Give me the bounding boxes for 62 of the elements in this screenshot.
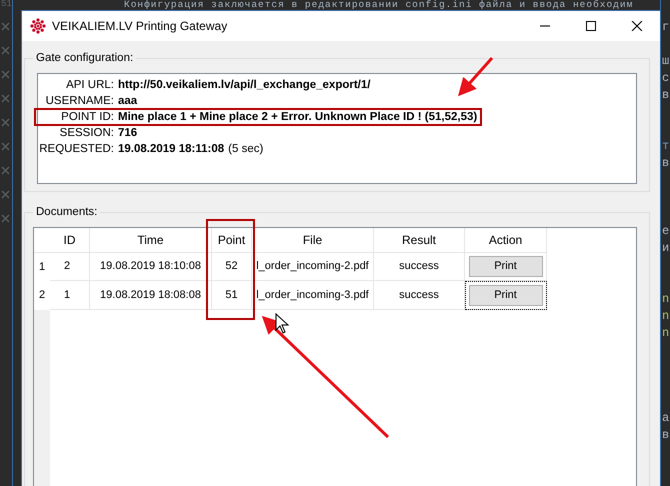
editor-text-fragment: n <box>662 292 670 306</box>
group-title: Gate configuration: <box>33 51 136 65</box>
row-number: 2 <box>34 281 50 310</box>
table-cell: 2 <box>50 253 90 281</box>
annotation-arrow <box>458 57 494 96</box>
table-cell: 52 <box>212 253 252 281</box>
close-icon <box>1 46 10 55</box>
field-label: REQUESTED: <box>38 144 115 154</box>
editor-text-line: Конфигурация заключается в редактировании config.ini файла и ввода необходим <box>124 0 634 9</box>
table-cell: 1 <box>50 281 90 310</box>
field-label: API URL: <box>65 80 115 90</box>
field-value: aaa <box>118 96 138 106</box>
editor-text-fragment: в <box>662 156 670 170</box>
close-icon <box>1 70 10 79</box>
editor-text-fragment: а <box>662 411 670 425</box>
field-label: POINT ID: <box>60 112 115 122</box>
line-number: 51 <box>1 0 12 8</box>
field-value: 19.08.2019 18:11:08 <box>118 144 224 154</box>
editor-text-fragment: и <box>662 241 670 255</box>
editor-text-fragment: в <box>662 88 670 102</box>
app-logo-icon <box>30 18 46 34</box>
field-value: 716 <box>118 128 138 138</box>
close-icon <box>631 21 643 31</box>
column-header: File <box>252 228 374 253</box>
close-icon <box>1 118 10 127</box>
editor-text-fragment: n <box>662 326 670 340</box>
field-value: Mine place 1 + Mine place 2 + Error. Unknown Place ID ! (51,52,53) <box>118 112 478 122</box>
column-header: Result <box>374 228 465 253</box>
editor-text-fragment: г <box>662 20 670 34</box>
print-button[interactable]: Print <box>468 284 542 306</box>
table-cell: l_order_incoming-2.pdf <box>252 253 374 281</box>
editor-text-fragment: е <box>662 224 670 238</box>
maximize-icon <box>585 21 597 31</box>
column-header: Time <box>90 228 212 253</box>
table-cell: 19.08.2019 18:08:08 <box>90 281 212 310</box>
column-header: Point <box>212 228 252 253</box>
column-header: ID <box>50 228 90 253</box>
editor-text-fragment: т <box>662 139 670 153</box>
table-cell: l_order_incoming-3.pdf <box>252 281 374 310</box>
editor-text-fragment: ш <box>662 54 670 68</box>
field-note: (5 sec) <box>228 144 264 154</box>
print-button[interactable]: Print <box>468 256 542 277</box>
column-header: Action <box>465 228 547 253</box>
close-icon <box>1 166 10 175</box>
close-icon <box>1 22 10 31</box>
editor-text-fragment: в <box>662 428 670 442</box>
close-icon <box>1 94 10 103</box>
editor-text-fragment: с <box>662 71 670 85</box>
close-icon <box>1 142 10 151</box>
window-title: VEIKALIEM.LV Printing Gateway <box>52 18 228 35</box>
close-icon <box>1 190 10 199</box>
table-cell: 19.08.2019 18:10:08 <box>90 253 212 281</box>
field-label: SESSION: <box>58 128 115 138</box>
close-icon <box>1 214 10 223</box>
row-number: 1 <box>34 253 50 281</box>
table-cell: success <box>374 253 465 281</box>
table-cell: success <box>374 281 465 310</box>
mouse-cursor-icon <box>276 312 290 334</box>
editor-text-fragment: n <box>662 309 670 323</box>
field-label: USERNAME: <box>44 96 115 106</box>
table-cell: 51 <box>212 281 252 310</box>
field-value: http://50.veikaliem.lv/api/l_exchange_export/1/ <box>118 80 370 90</box>
